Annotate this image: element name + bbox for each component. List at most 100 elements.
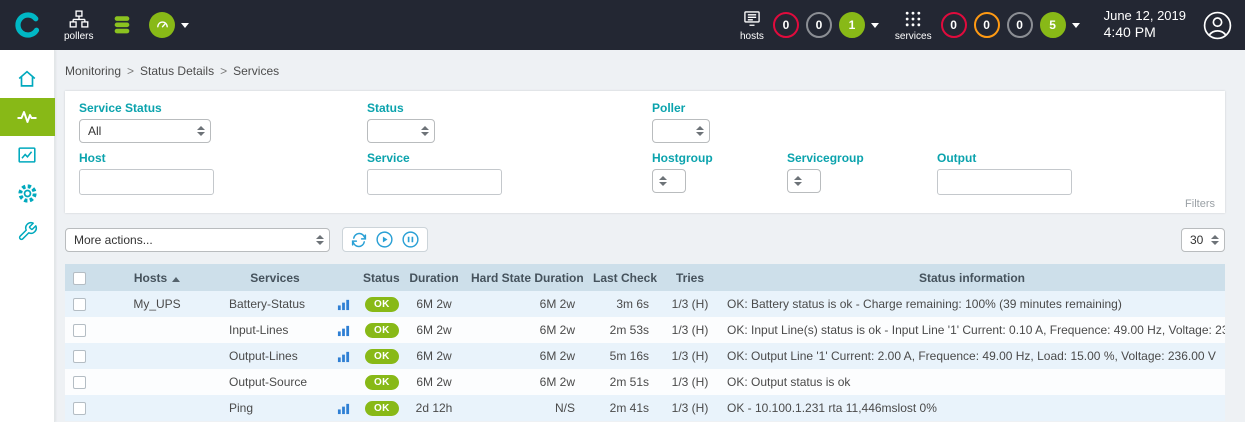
service-link[interactable]: Output-Lines [221, 343, 329, 369]
status-information-cell: OK: Output status is ok [719, 369, 1225, 395]
duration-cell: 2d 12h [403, 395, 465, 421]
services-status-button[interactable]: services [895, 9, 932, 42]
hosts-chevron-down-icon[interactable] [871, 23, 879, 28]
status-information-cell: OK: Input Line(s) status is ok - Input L… [719, 317, 1225, 343]
row-checkbox[interactable] [73, 376, 86, 389]
services-label: services [895, 31, 932, 42]
page-size-select[interactable]: 30 [1181, 228, 1225, 252]
more-actions-select[interactable]: More actions... [65, 228, 330, 252]
pollers-label: pollers [64, 31, 93, 42]
table-row: Output-Lines OK 6M 2w 6M 2w 5m 16s 1/3 (… [65, 343, 1225, 369]
hard-state-duration-cell: 6M 2w [465, 317, 587, 343]
user-profile-button[interactable] [1202, 10, 1233, 41]
breadcrumb-services[interactable]: Services [233, 64, 279, 78]
graph-icon[interactable] [337, 324, 350, 337]
breadcrumb: Monitoring > Status Details > Services [65, 64, 1225, 78]
hosts-status-group: hosts 0 0 1 [738, 9, 879, 42]
pollers-status-button[interactable]: pollers [64, 9, 93, 42]
services-warning-counter[interactable]: 0 [974, 12, 1000, 38]
graph-icon[interactable] [337, 298, 350, 311]
sidebar-item-monitoring[interactable] [0, 98, 55, 136]
host-input[interactable] [79, 169, 214, 195]
refresh-icon [350, 231, 368, 249]
breadcrumb-separator: > [220, 64, 227, 78]
hosts-icon [742, 9, 762, 29]
graph-icon[interactable] [337, 350, 350, 363]
host-link[interactable] [93, 369, 221, 395]
status-select[interactable] [367, 119, 435, 143]
services-critical-counter[interactable]: 0 [941, 12, 967, 38]
service-link[interactable]: Ping [221, 395, 329, 421]
status-badge: OK [365, 349, 399, 364]
user-icon [1202, 10, 1233, 41]
hosts-status-button[interactable]: hosts [740, 9, 764, 42]
refresh-button[interactable] [350, 231, 368, 249]
sidebar-item-reporting[interactable] [0, 136, 55, 174]
row-checkbox[interactable] [73, 350, 86, 363]
service-link[interactable]: Output-Source [221, 369, 329, 395]
service-status-label: Service Status [79, 101, 367, 115]
row-checkbox[interactable] [73, 298, 86, 311]
column-header-status[interactable]: Status [357, 264, 403, 291]
hard-state-duration-cell: N/S [465, 395, 587, 421]
status-badge: OK [365, 401, 399, 416]
select-all-checkbox[interactable] [73, 272, 86, 285]
column-header-last-check[interactable]: Last Check [587, 264, 661, 291]
servicegroup-select[interactable] [787, 169, 821, 193]
status-badge: OK [365, 375, 399, 390]
hosts-unreachable-counter[interactable]: 0 [806, 12, 832, 38]
service-link[interactable]: Input-Lines [221, 317, 329, 343]
pause-icon [401, 230, 420, 249]
hosts-up-counter[interactable]: 1 [839, 12, 865, 38]
service-input[interactable] [367, 169, 502, 195]
column-header-status-information[interactable]: Status information [719, 264, 1225, 291]
wrench-icon [17, 221, 38, 242]
services-icon [903, 9, 923, 29]
database-icon [111, 14, 133, 36]
centreon-logo-icon [12, 10, 42, 40]
tries-cell: 1/3 (H) [661, 291, 719, 317]
row-checkbox[interactable] [73, 324, 86, 337]
services-status-group: services 0 0 0 5 [893, 9, 1080, 42]
graph-icon[interactable] [337, 402, 350, 415]
status-badge: OK [365, 323, 399, 338]
breadcrumb-monitoring[interactable]: Monitoring [65, 64, 121, 78]
current-date: June 12, 2019 [1104, 8, 1186, 24]
service-link[interactable]: Battery-Status [221, 291, 329, 317]
hosts-down-counter[interactable]: 0 [773, 12, 799, 38]
column-header-services[interactable]: Services [221, 264, 329, 291]
services-unknown-counter[interactable]: 0 [1007, 12, 1033, 38]
sidebar [0, 50, 55, 422]
sidebar-item-administration[interactable] [0, 212, 55, 250]
platform-status-button[interactable] [149, 12, 189, 38]
host-link[interactable]: My_UPS [93, 291, 221, 317]
play-button[interactable] [375, 230, 394, 249]
database-status-button[interactable] [111, 14, 133, 36]
host-link[interactable] [93, 343, 221, 369]
service-status-select[interactable]: All [79, 119, 211, 143]
status-label: Status [367, 101, 652, 115]
sidebar-item-home[interactable] [0, 60, 55, 98]
duration-cell: 6M 2w [403, 369, 465, 395]
output-input[interactable] [937, 169, 1072, 195]
host-link[interactable] [93, 317, 221, 343]
sidebar-item-configuration[interactable] [0, 174, 55, 212]
centreon-logo[interactable] [0, 10, 54, 40]
table-row: Output-Source OK 6M 2w 6M 2w 2m 51s 1/3 … [65, 369, 1225, 395]
column-header-duration[interactable]: Duration [403, 264, 465, 291]
hostgroup-select[interactable] [652, 169, 686, 193]
column-header-tries[interactable]: Tries [661, 264, 719, 291]
duration-cell: 6M 2w [403, 291, 465, 317]
host-link[interactable] [93, 395, 221, 421]
last-check-cell: 3m 6s [587, 291, 661, 317]
breadcrumb-status-details[interactable]: Status Details [140, 64, 214, 78]
poller-select[interactable] [652, 119, 710, 143]
services-ok-counter[interactable]: 5 [1040, 12, 1066, 38]
pause-button[interactable] [401, 230, 420, 249]
column-header-hard-state-duration[interactable]: Hard State Duration [465, 264, 587, 291]
column-header-hosts[interactable]: Hosts [93, 264, 221, 291]
services-chevron-down-icon[interactable] [1072, 23, 1080, 28]
row-checkbox[interactable] [73, 402, 86, 415]
table-row: Input-Lines OK 6M 2w 6M 2w 2m 53s 1/3 (H… [65, 317, 1225, 343]
filter-panel: Service Status All Status Poller [65, 91, 1225, 213]
